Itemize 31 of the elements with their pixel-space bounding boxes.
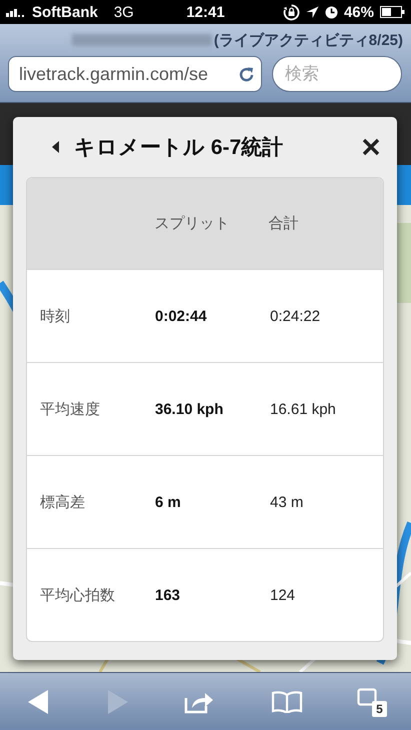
total-value: 16.61 kph xyxy=(270,400,336,418)
total-value: 0:24:22 xyxy=(270,308,320,324)
page-title: (ライブアクティビティ8/25) xyxy=(214,30,403,50)
split-value: 163 xyxy=(155,586,182,604)
tabs-button[interactable]: 5 xyxy=(354,686,387,716)
dialog-title: キロメートル 6-7統計 xyxy=(74,135,284,161)
total-value: 43 m xyxy=(270,494,304,510)
back-caret-icon xyxy=(52,141,60,153)
split-value: 0:02:44 xyxy=(155,308,208,324)
column-header: 合計 xyxy=(268,214,300,233)
rotation-lock-icon xyxy=(282,4,300,20)
row-label: 平均心拍数 xyxy=(39,586,116,604)
row-label: 時刻 xyxy=(39,306,71,326)
signal-icon xyxy=(6,7,26,17)
split-value: 6 m xyxy=(155,494,182,510)
address-field[interactable]: livetrack.garmin.com/se xyxy=(8,56,262,92)
row-label: 標高差 xyxy=(39,492,86,512)
carrier-name: SoftBank xyxy=(32,4,98,20)
battery-percent: 46% xyxy=(344,4,374,20)
location-arrow-icon xyxy=(306,6,319,18)
battery-icon xyxy=(380,6,405,18)
total-value: 124 xyxy=(270,586,296,604)
search-field[interactable]: 検索 xyxy=(272,56,402,92)
clock-icon xyxy=(324,6,338,18)
split-value: 36.10 kph xyxy=(155,400,224,418)
column-header: スプリット xyxy=(154,214,230,233)
reload-icon[interactable] xyxy=(238,66,255,82)
clock-time: 12:41 xyxy=(186,4,225,20)
row-label: 平均速度 xyxy=(39,400,101,418)
network-type: 3G xyxy=(114,4,134,20)
close-icon xyxy=(362,138,380,156)
